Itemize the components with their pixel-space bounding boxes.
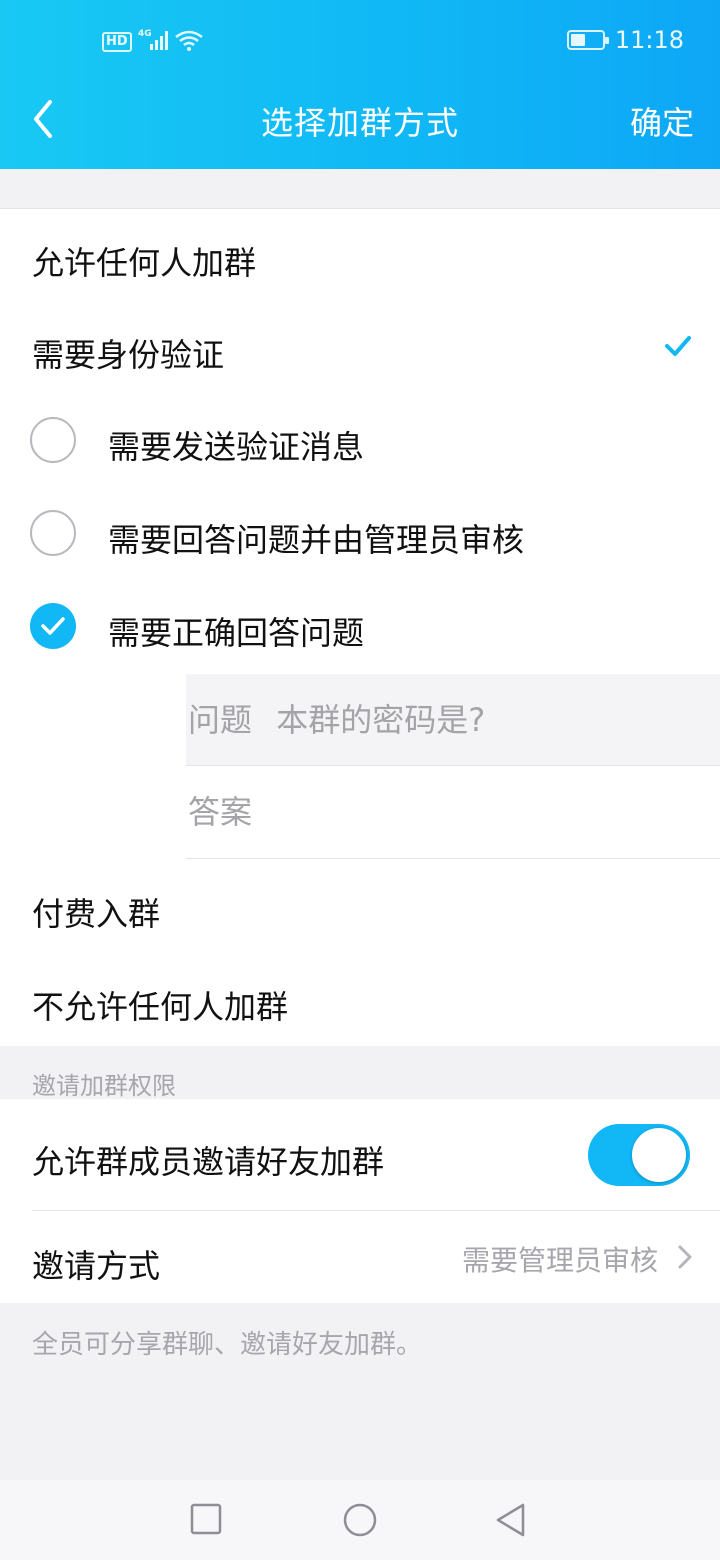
invite-section-header: 邀请加群权限	[32, 1072, 176, 1100]
radio-button[interactable]	[30, 510, 76, 556]
chevron-right-icon	[676, 1243, 694, 1275]
home-button[interactable]	[342, 1502, 378, 1542]
invite-method-value: 需要管理员审核	[461, 1244, 658, 1277]
allow-invite-label: 允许群成员邀请好友加群	[32, 1143, 385, 1181]
hd-badge: HD	[102, 32, 132, 52]
option-label: 不允许任何人加群	[32, 988, 289, 1026]
radio-button-checked[interactable]	[30, 603, 76, 649]
invite-method-row[interactable]: 邀请方式 需要管理员审核	[0, 1211, 720, 1303]
radio-option-correct-answer[interactable]: 需要正确回答问题	[0, 580, 720, 673]
question-label: 问题	[188, 701, 253, 739]
battery-icon	[566, 30, 609, 50]
confirm-button[interactable]: 确定	[630, 98, 694, 144]
page-title: 选择加群方式	[260, 104, 459, 142]
invite-section: 允许群成员邀请好友加群 邀请方式 需要管理员审核	[0, 1099, 720, 1303]
invite-note: 全员可分享群聊、邀请好友加群。	[32, 1330, 423, 1360]
recent-apps-button[interactable]	[190, 1502, 222, 1540]
radio-label: 需要发送验证消息	[108, 428, 365, 466]
question-input[interactable]: 问题 本群的密码是?	[186, 674, 720, 766]
option-allow-anyone[interactable]: 允许任何人加群	[0, 208, 720, 300]
join-method-section: 允许任何人加群 需要身份验证 需要发送验证消息 需要回答问题并由管理员审核 需要…	[0, 208, 720, 1046]
wifi-icon	[174, 28, 204, 56]
status-bar-right: 11:18	[566, 26, 684, 54]
option-label: 需要身份验证	[32, 336, 225, 374]
radio-option-answer-and-review[interactable]: 需要回答问题并由管理员审核	[0, 487, 720, 580]
check-icon	[41, 617, 65, 635]
invite-method-label: 邀请方式	[32, 1247, 161, 1285]
answer-input[interactable]: 答案	[186, 766, 720, 858]
option-label: 允许任何人加群	[32, 244, 257, 282]
option-require-verification[interactable]: 需要身份验证	[0, 302, 720, 394]
radio-label: 需要正确回答问题	[108, 614, 365, 652]
radio-option-send-message[interactable]: 需要发送验证消息	[0, 394, 720, 487]
option-paid-join[interactable]: 付费入群	[0, 859, 720, 952]
option-label: 付费入群	[32, 895, 161, 933]
allow-invite-row: 允许群成员邀请好友加群	[0, 1099, 720, 1210]
status-bar-left: HD 4G	[102, 28, 204, 56]
radio-label: 需要回答问题并由管理员审核	[108, 521, 525, 559]
top-app-bar: HD 4G 11:18 选择加群方式 确定	[0, 0, 720, 169]
back-nav-button[interactable]	[494, 1502, 528, 1542]
allow-invite-toggle[interactable]	[588, 1124, 690, 1186]
system-nav-bar	[0, 1480, 720, 1560]
status-time: 11:18	[614, 26, 684, 54]
checkmark-icon	[664, 334, 692, 362]
question-value: 本群的密码是?	[276, 701, 486, 739]
toggle-knob	[632, 1128, 686, 1182]
square-icon	[190, 1503, 222, 1535]
svg-text:4G: 4G	[138, 29, 152, 39]
signal-icon: 4G	[138, 28, 168, 56]
circle-icon	[343, 1503, 377, 1537]
triangle-back-icon	[496, 1503, 525, 1537]
radio-button[interactable]	[30, 417, 76, 463]
option-disallow-join[interactable]: 不允许任何人加群	[0, 952, 720, 1045]
